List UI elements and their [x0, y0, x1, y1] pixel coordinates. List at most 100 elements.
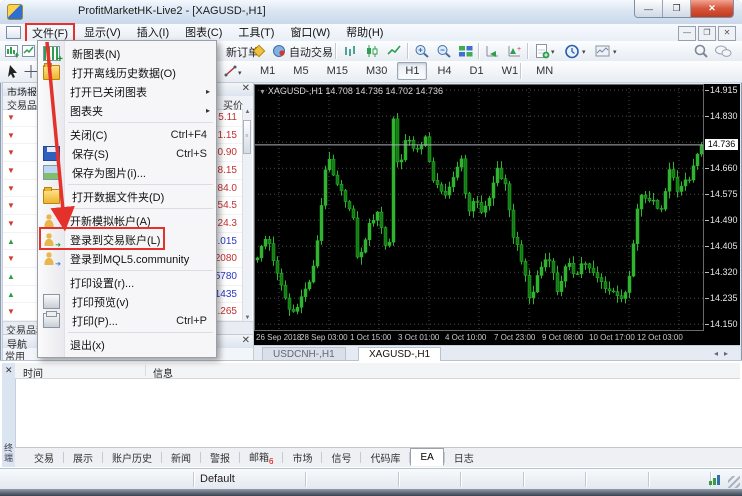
zoom-in-icon[interactable]	[413, 42, 431, 60]
add-indicator-icon[interactable]	[533, 42, 551, 60]
file-menu-item-3[interactable]: 打开已关闭图表▸	[38, 82, 216, 101]
arrow-down-icon: ▼	[5, 254, 17, 263]
file-menu-item-12[interactable]: 开新模拟帐户(A)	[38, 211, 216, 230]
terminal-tab-6[interactable]: 邮箱6	[240, 447, 282, 468]
file-menu-item-10[interactable]: 打开数据文件夹(D)	[38, 187, 216, 206]
terminal-tab-1[interactable]: 交易	[25, 448, 63, 467]
menu-separator	[68, 184, 213, 185]
chat-icon[interactable]	[714, 42, 732, 60]
terminal-tab-10[interactable]: EA	[410, 448, 443, 466]
submenu-arrow-icon: ▸	[206, 106, 210, 115]
terminal-tab-4[interactable]: 新闻	[162, 448, 200, 467]
arrow-down-icon: ▼	[5, 166, 17, 175]
terminal-tab-7[interactable]: 市场	[283, 448, 321, 467]
mdi-minimize-button[interactable]: —	[678, 26, 696, 41]
terminal-close-icon[interactable]: ✕	[5, 365, 13, 376]
chart-plot[interactable]	[254, 84, 704, 331]
price-tick	[705, 194, 709, 195]
file-menu-item-label: 新图表(N)	[72, 46, 120, 62]
time-label: 26 Sep 2018	[256, 333, 301, 342]
mdi-restore-button[interactable]: ❐	[698, 26, 716, 41]
terminal-tab-9[interactable]: 代码库	[361, 448, 409, 467]
market-watch-scrollbar[interactable]: ▲ ≡ ▼	[242, 109, 252, 321]
close-button[interactable]: ✕	[691, 0, 733, 17]
resize-grip[interactable]	[728, 476, 740, 488]
file-menu-item-1[interactable]: 新图表(N)	[38, 44, 216, 63]
bar-chart-type-icon[interactable]	[341, 42, 359, 60]
tab-xagusd[interactable]: XAGUSD-,H1	[358, 347, 441, 361]
terminal-tab-2[interactable]: 展示	[64, 448, 102, 467]
file-menu-item-4[interactable]: 图表夹 ▸	[38, 101, 216, 120]
current-price-box: 14.736	[705, 139, 738, 150]
save-icon	[43, 146, 60, 161]
terminal-tab-11[interactable]: 日志	[445, 448, 483, 467]
search-icon[interactable]	[692, 42, 710, 60]
file-menu-item-13[interactable]: 登录到交易账户(L)	[38, 230, 216, 249]
terminal-tab-5[interactable]: 警报	[201, 448, 239, 467]
timeframe-w1[interactable]: W1	[494, 62, 527, 80]
timeframe-m1[interactable]: M1	[252, 62, 283, 80]
zoom-out-icon[interactable]	[435, 42, 453, 60]
file-menu-item-6[interactable]: 关闭(C)Ctrl+F4	[38, 125, 216, 144]
tab-scroll-arrows[interactable]: ◂▸	[714, 349, 734, 358]
autotrading-icon[interactable]	[271, 42, 289, 60]
mdi-close-button[interactable]: ✕	[718, 26, 736, 41]
file-menu-item-17[interactable]: 打印预览(v)	[38, 292, 216, 311]
timeframe-m30[interactable]: M30	[358, 62, 395, 80]
scrollbar-thumb[interactable]: ≡	[243, 120, 251, 154]
new-chart-icon[interactable]: +	[3, 42, 21, 60]
terminal-tab-3[interactable]: 账户历史	[103, 448, 161, 467]
maximize-button[interactable]: ❐	[663, 0, 691, 17]
file-menu-item-8[interactable]: 保存为图片(i)...	[38, 163, 216, 182]
price-tick	[705, 324, 709, 325]
file-menu-item-20[interactable]: 退出(x)	[38, 335, 216, 354]
timeframe-h1[interactable]: H1	[397, 62, 427, 80]
tile-windows-icon[interactable]	[457, 42, 475, 60]
market-watch-close-icon[interactable]: ✕	[242, 83, 250, 94]
file-menu-item-7[interactable]: 保存(S)Ctrl+S	[38, 144, 216, 163]
price-tick	[705, 220, 709, 221]
mail-icon[interactable]	[250, 42, 268, 60]
menu-separator	[68, 270, 213, 271]
file-menu-item-2[interactable]: 打开离线历史数据(O)	[38, 63, 216, 82]
arrange-vertical-icon[interactable]: +	[506, 42, 524, 60]
tab-usdcnh[interactable]: USDCNH-,H1	[262, 347, 346, 361]
menubar-item-5[interactable]: 工具(T)	[231, 23, 281, 43]
open-chart-icon[interactable]	[20, 42, 38, 60]
arrange-horizontal-icon[interactable]	[484, 42, 502, 60]
price-tick	[705, 90, 709, 91]
timeframe-d1[interactable]: D1	[462, 62, 492, 80]
file-menu-item-14[interactable]: 登录到MQL5.community	[38, 249, 216, 268]
period-caret[interactable]: ▾	[582, 48, 586, 56]
column-message: 信息	[153, 365, 173, 380]
no-icon	[43, 104, 58, 117]
file-menu-item-18[interactable]: 打印(P)...Ctrl+P	[38, 311, 216, 330]
price-label: 14.915	[710, 85, 738, 95]
minimize-button[interactable]: —	[635, 0, 663, 17]
candlestick-type-icon[interactable]	[363, 42, 381, 60]
svg-text:+: +	[517, 46, 521, 53]
cursor-icon[interactable]	[4, 62, 22, 80]
timeframe-mn[interactable]: MN	[528, 62, 561, 80]
autotrading-button[interactable]: 自动交易	[289, 44, 333, 60]
timeframe-h4[interactable]: H4	[429, 62, 459, 80]
timeframe-m5[interactable]: M5	[285, 62, 316, 80]
file-menu-item-label: 图表夹	[70, 103, 103, 119]
mail-badge: 6	[269, 457, 273, 466]
file-menu-item-16[interactable]: 打印设置(r)...	[38, 273, 216, 292]
add-indicator-caret[interactable]: ▾	[551, 48, 555, 56]
draw-tool-caret[interactable]: ▾	[238, 69, 242, 77]
svg-text:+: +	[14, 50, 19, 58]
navigator-close-icon[interactable]: ✕	[242, 335, 250, 346]
template-icon[interactable]	[594, 42, 612, 60]
line-chart-type-icon[interactable]	[385, 42, 403, 60]
menubar-item-7[interactable]: 帮助(H)	[339, 23, 390, 43]
file-menu-item-label: 打印设置(r)...	[70, 275, 134, 291]
timeframe-m15[interactable]: M15	[319, 62, 356, 80]
arrow-up-icon: ▲	[5, 290, 17, 299]
terminal-tab-8[interactable]: 信号	[322, 448, 360, 467]
chart-window[interactable]: ▼ XAGUSD-,H1 14.708 14.736 14.702 14.736…	[254, 84, 740, 345]
period-clock-icon[interactable]	[563, 42, 581, 60]
template-caret[interactable]: ▾	[613, 48, 617, 56]
menubar-item-6[interactable]: 窗口(W)	[283, 23, 337, 43]
